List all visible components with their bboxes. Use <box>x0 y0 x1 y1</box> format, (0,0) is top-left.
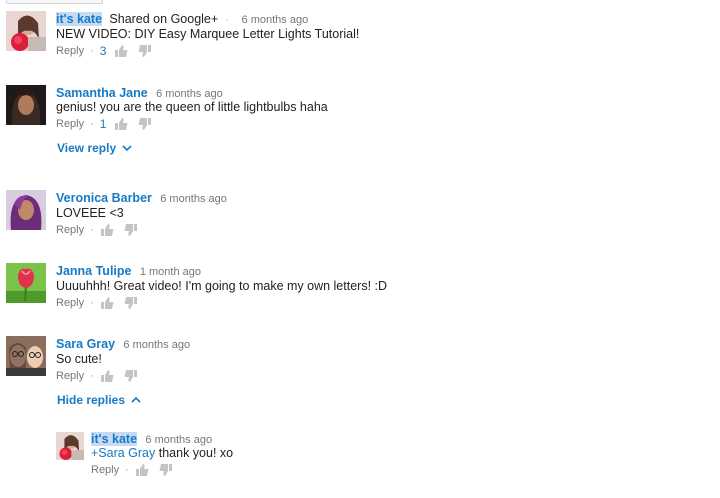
avatar[interactable] <box>6 11 46 51</box>
comment-text: NEW VIDEO: DIY Easy Marquee Letter Light… <box>56 27 360 41</box>
separator-dot: · <box>90 45 94 57</box>
author-name[interactable]: Sara Gray <box>56 337 115 351</box>
reply-button[interactable]: Reply <box>91 464 119 476</box>
comment-header: Janna Tulipe 1 month ago <box>56 264 201 278</box>
timestamp[interactable]: 1 month ago <box>140 266 201 278</box>
timestamp[interactable]: 6 months ago <box>242 14 309 26</box>
timestamp[interactable]: 6 months ago <box>145 434 212 446</box>
reply-button[interactable]: Reply <box>56 297 84 309</box>
author-name[interactable]: Janna Tulipe <box>56 264 131 278</box>
separator-dot: · <box>90 297 94 309</box>
timestamp[interactable]: 6 months ago <box>156 88 223 100</box>
chevron-up-icon <box>131 395 141 405</box>
reply-text: thank you! xo <box>155 446 234 460</box>
separator-dot: · <box>125 464 129 476</box>
author-name[interactable]: Veronica Barber <box>56 191 152 205</box>
separator-dot: · <box>90 224 94 236</box>
separator-dot: · <box>225 14 230 26</box>
author-name[interactable]: Samantha Jane <box>56 86 148 100</box>
thumbs-down-icon[interactable] <box>124 223 138 237</box>
thumbs-down-icon[interactable] <box>138 44 152 58</box>
comment-text: genius! you are the queen of little ligh… <box>56 100 328 114</box>
comment-actions: Reply · 1 <box>56 116 162 132</box>
thumbs-down-icon[interactable] <box>138 117 152 131</box>
comment-header: it's kate 6 months ago <box>91 432 212 446</box>
view-reply-button[interactable]: View reply <box>57 141 132 155</box>
comment-actions: Reply · <box>56 295 148 311</box>
shared-on-label: Shared on Google+ <box>109 12 219 26</box>
separator-dot: · <box>90 370 94 382</box>
comment-text: So cute! <box>56 352 102 366</box>
comment-actions: Reply · <box>56 368 148 384</box>
comment-header: Veronica Barber 6 months ago <box>56 191 227 205</box>
hide-replies-label: Hide replies <box>57 393 126 407</box>
comment-text: Uuuuhhh! Great video! I'm going to make … <box>56 279 388 293</box>
comment-header: it's kate Shared on Google+ · 6 months a… <box>56 12 308 26</box>
thumbs-up-icon[interactable] <box>100 369 114 383</box>
avatar[interactable] <box>6 190 46 230</box>
thumbs-up-icon[interactable] <box>114 44 128 58</box>
comment-header: Sara Gray 6 months ago <box>56 337 190 351</box>
comment-actions: Reply · 3 <box>56 43 162 59</box>
thumbs-down-icon[interactable] <box>159 463 173 477</box>
reply-button[interactable]: Reply <box>56 45 84 57</box>
comment-text: +Sara Gray thank you! xo <box>91 446 233 460</box>
mention-link[interactable]: +Sara Gray <box>91 446 155 460</box>
chevron-down-icon <box>122 143 132 153</box>
author-name[interactable]: it's kate <box>56 12 103 26</box>
timestamp[interactable]: 6 months ago <box>160 193 227 205</box>
timestamp[interactable]: 6 months ago <box>123 339 190 351</box>
thumbs-down-icon[interactable] <box>124 369 138 383</box>
thumbs-up-icon[interactable] <box>100 223 114 237</box>
thumbs-up-icon[interactable] <box>135 463 149 477</box>
thumbs-up-icon[interactable] <box>100 296 114 310</box>
reply-button[interactable]: Reply <box>56 118 84 130</box>
avatar[interactable] <box>6 263 46 303</box>
avatar[interactable] <box>6 336 46 376</box>
separator-dot: · <box>90 118 94 130</box>
avatar[interactable] <box>56 432 84 460</box>
comment-actions: Reply · <box>91 462 183 478</box>
comment-text: LOVEEE <3 <box>56 206 124 220</box>
hide-replies-button[interactable]: Hide replies <box>57 393 141 407</box>
view-reply-label: View reply <box>57 141 117 155</box>
thumbs-up-icon[interactable] <box>114 117 128 131</box>
comment-actions: Reply · <box>56 222 148 238</box>
thumbs-down-icon[interactable] <box>124 296 138 310</box>
like-count: 1 <box>99 117 107 131</box>
top-button-stub <box>6 0 103 4</box>
reply-button[interactable]: Reply <box>56 370 84 382</box>
avatar[interactable] <box>6 85 46 125</box>
comment-header: Samantha Jane 6 months ago <box>56 86 223 100</box>
like-count: 3 <box>99 44 107 58</box>
author-name[interactable]: it's kate <box>91 432 138 446</box>
reply-button[interactable]: Reply <box>56 224 84 236</box>
